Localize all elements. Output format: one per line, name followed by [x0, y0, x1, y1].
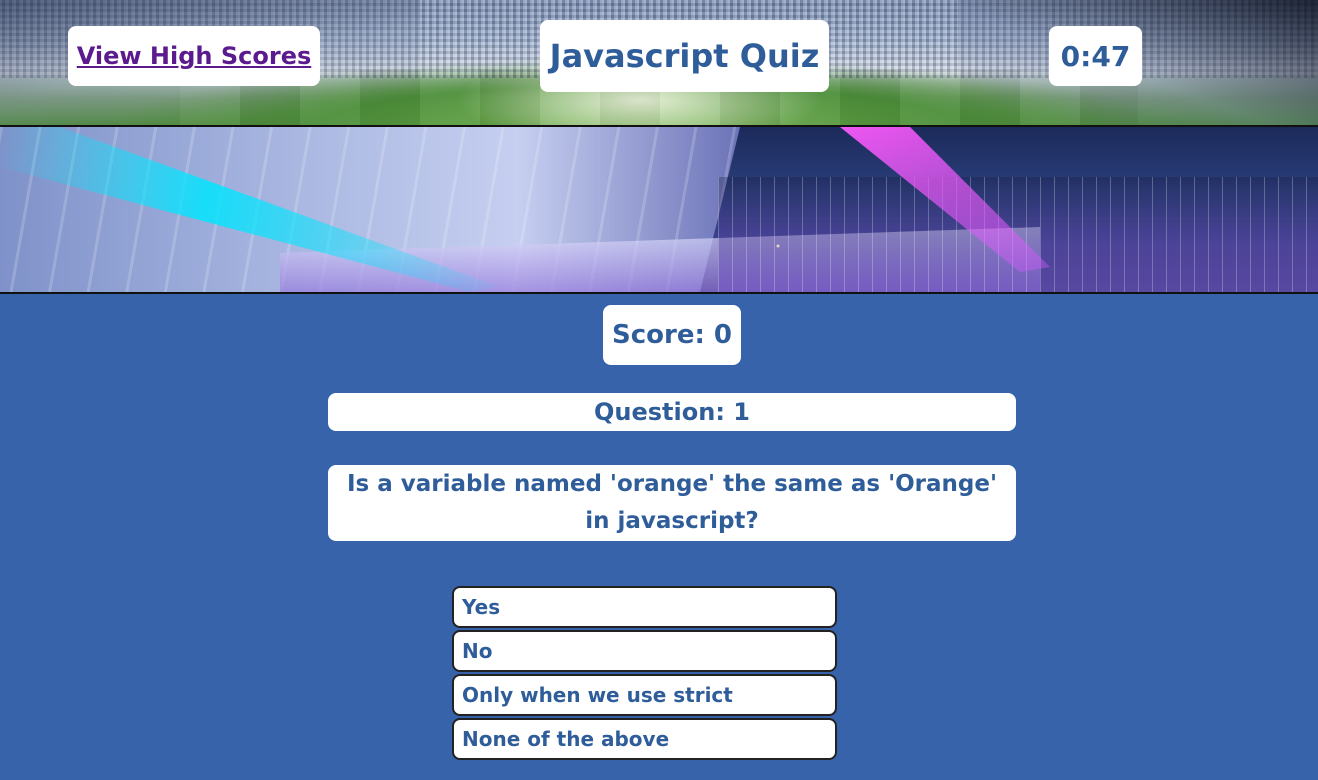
answer-button-no[interactable]: No	[452, 630, 837, 672]
page-title: Javascript Quiz	[540, 20, 829, 92]
stadium-banner-image	[0, 127, 1318, 292]
score-display: Score: 0	[603, 305, 741, 365]
banner-divider	[0, 292, 1318, 294]
high-scores-container: View High Scores	[68, 26, 320, 86]
city-lights	[718, 177, 1318, 292]
question-text: Is a variable named 'orange' the same as…	[328, 465, 1016, 541]
question-number: Question: 1	[328, 393, 1016, 431]
quiz-page: View High Scores Javascript Quiz 0:47 Sc…	[0, 0, 1318, 780]
timer-display: 0:47	[1049, 26, 1142, 86]
answer-button-none[interactable]: None of the above	[452, 718, 837, 760]
view-high-scores-link[interactable]: View High Scores	[77, 42, 312, 70]
answer-button-strict[interactable]: Only when we use strict	[452, 674, 837, 716]
answer-button-yes[interactable]: Yes	[452, 586, 837, 628]
answer-list: Yes No Only when we use strict None of t…	[452, 586, 837, 762]
